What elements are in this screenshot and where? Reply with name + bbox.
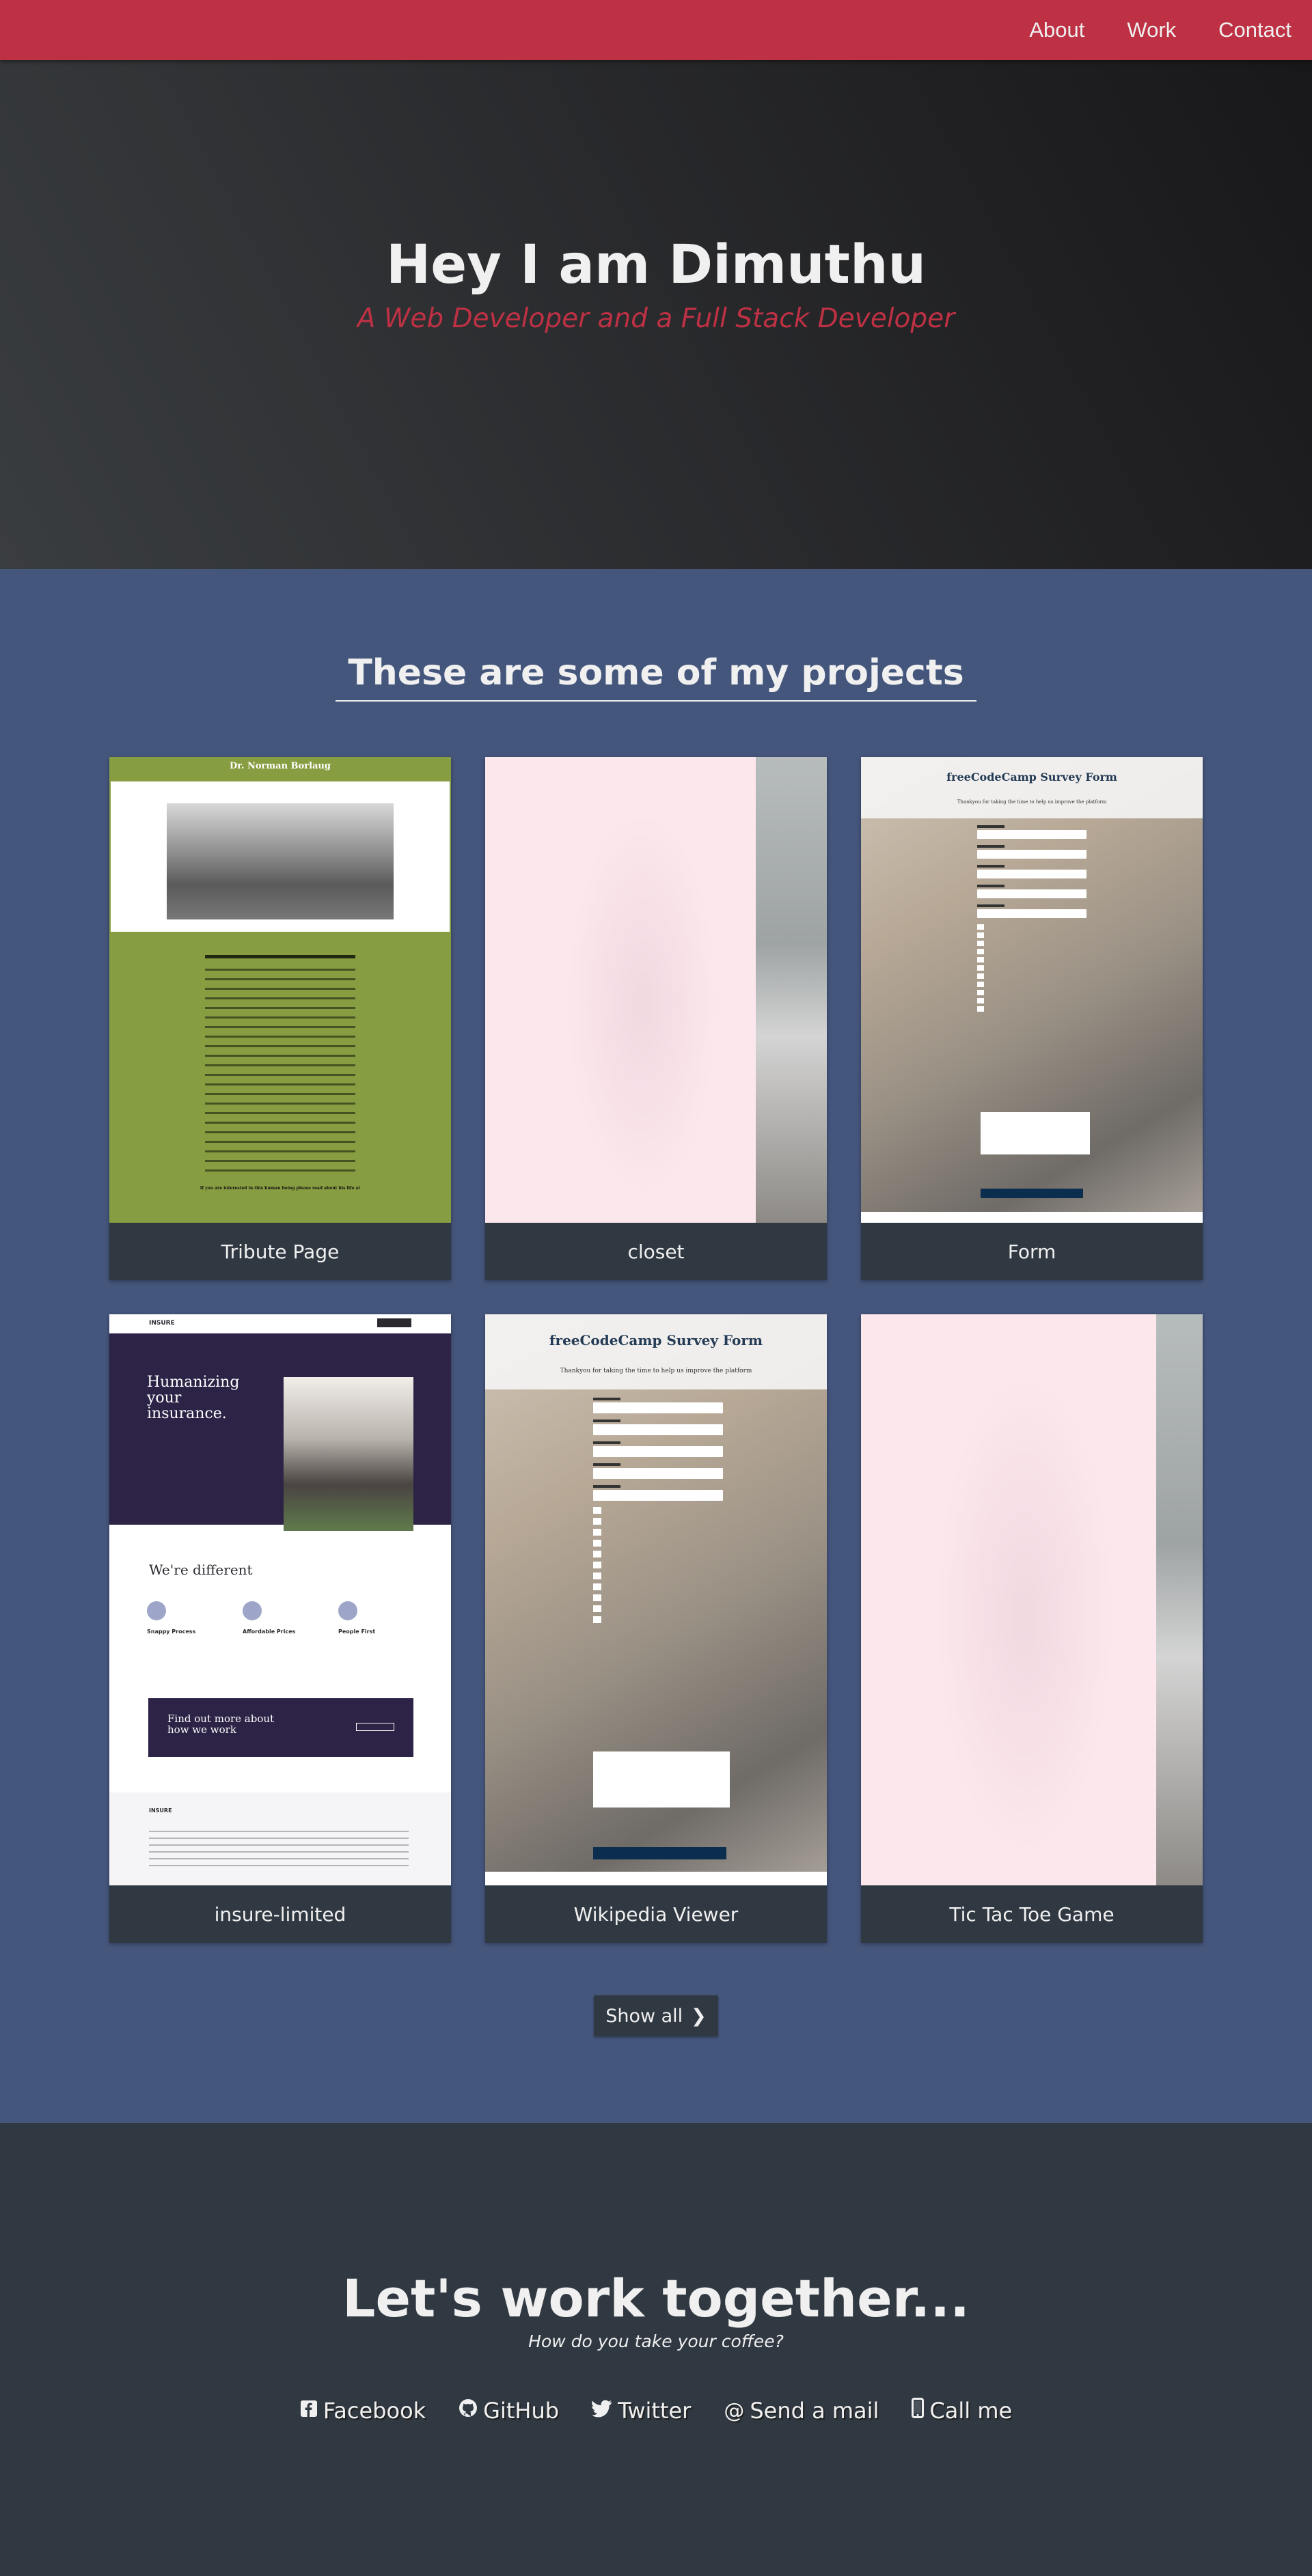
github-icon — [459, 2398, 478, 2423]
project-tile-form[interactable]: freeCodeCamp Survey Form Thankyou for ta… — [861, 757, 1203, 1280]
project-tile-wikipedia-viewer[interactable]: freeCodeCamp Survey Form Thankyou for ta… — [485, 1314, 827, 1943]
thumb-pattern — [936, 1376, 1114, 1854]
nav-link-contact[interactable]: Contact — [1218, 18, 1292, 42]
project-thumbnail: INSURE Humanizing your insurance. We're … — [109, 1314, 451, 1885]
thumb-features: Snappy Process Affordable Prices People … — [147, 1601, 420, 1635]
project-thumbnail — [861, 1314, 1203, 1885]
chevron-right-icon: ❯ — [691, 2005, 707, 2027]
welcome-section: Hey I am Dimuthu A Web Developer and a F… — [0, 60, 1312, 569]
thumb-title: Dr. Norman Borlaug — [230, 761, 331, 771]
thumb-pattern — [567, 812, 718, 1194]
thumb-footer: INSURE — [109, 1792, 451, 1885]
facebook-link[interactable]: Facebook — [300, 2398, 426, 2424]
thumb-form-header — [485, 1314, 827, 1389]
thumb-hero-band: Humanizing your insurance. — [109, 1333, 451, 1531]
nav-link-work[interactable]: Work — [1127, 18, 1176, 42]
hero-subtitle: A Web Developer and a Full Stack Develop… — [357, 303, 955, 334]
top-navbar: About Work Contact — [0, 0, 1312, 60]
show-all-button[interactable]: Show all ❯ — [594, 1995, 718, 2036]
thumb-form-fields — [593, 1398, 723, 1623]
thumb-footer: If you are interested in this human bein… — [200, 1186, 361, 1191]
thumb-timeline — [205, 969, 355, 1174]
project-tile-tribute-page[interactable]: Dr. Norman Borlaug If you are interested… — [109, 757, 451, 1280]
thumb-image-frame — [111, 781, 450, 932]
thumb-submit — [981, 1189, 1083, 1198]
facebook-label: Facebook — [323, 2398, 426, 2424]
thumb-side-photo — [1156, 1314, 1203, 1885]
thumb-textarea — [981, 1112, 1090, 1154]
thumb-list-heading — [205, 955, 355, 958]
thumb-photo — [167, 803, 394, 919]
thumb-title: freeCodeCamp Survey Form — [946, 771, 1117, 784]
github-link[interactable]: GitHub — [459, 2398, 559, 2424]
project-title: Tribute Page — [221, 1240, 340, 1263]
thumb-subtitle: Thankyou for taking the time to help us … — [560, 1368, 752, 1374]
facebook-icon — [300, 2399, 318, 2423]
thumb-headline: Humanizing your insurance. — [147, 1374, 240, 1422]
projects-section: These are some of my projects Dr. Norman… — [0, 569, 1312, 2123]
thumb-subtitle: Thankyou for taking the time to help us … — [957, 799, 1107, 805]
twitter-label: Twitter — [618, 2398, 692, 2424]
email-label: Send a mail — [750, 2398, 879, 2424]
project-title: Wikipedia Viewer — [573, 1902, 739, 1926]
project-title: closet — [627, 1240, 685, 1263]
hero-title: Hey I am Dimuthu — [385, 234, 927, 296]
twitter-link[interactable]: Twitter — [592, 2398, 691, 2424]
contact-heading: Let's work together... — [342, 2268, 970, 2329]
thumb-side-photo — [756, 757, 827, 1223]
phone-label: Call me — [929, 2398, 1013, 2424]
at-icon: @ — [724, 2398, 745, 2423]
thumb-family-photo — [284, 1377, 413, 1531]
projects-heading-wrap: These are some of my projects — [0, 652, 1312, 702]
thumb-title: freeCodeCamp Survey Form — [549, 1332, 763, 1348]
thumb-diff: We're different — [149, 1562, 253, 1578]
contact-section: Let's work together... How do you take y… — [0, 2123, 1312, 2576]
projects-heading: These are some of my projects — [336, 652, 976, 702]
github-label: GitHub — [483, 2398, 560, 2424]
project-thumbnail: freeCodeCamp Survey Form Thankyou for ta… — [861, 757, 1203, 1223]
thumb-brand: INSURE — [149, 1320, 175, 1327]
phone-link[interactable]: Call me — [912, 2398, 1012, 2424]
project-title: Tic Tac Toe Game — [949, 1902, 1115, 1926]
thumb-form-fields — [977, 825, 1086, 1013]
project-thumbnail: freeCodeCamp Survey Form Thankyou for ta… — [485, 1314, 827, 1885]
contact-links: Facebook GitHub Twitter @ Send a mail Ca… — [0, 2398, 1312, 2424]
project-tile-closet[interactable]: closet — [485, 757, 827, 1280]
project-tile-tic-tac-toe[interactable]: Tic Tac Toe Game — [861, 1314, 1203, 1943]
twitter-icon — [592, 2399, 612, 2423]
nav-link-about[interactable]: About — [1029, 18, 1084, 42]
thumb-cta-band: Find out more about how we work — [148, 1698, 413, 1757]
thumb-form-header — [861, 757, 1203, 818]
email-link[interactable]: @ Send a mail — [724, 2398, 879, 2424]
project-thumbnail: Dr. Norman Borlaug If you are interested… — [109, 757, 451, 1223]
project-thumbnail — [485, 757, 827, 1223]
project-title: Form — [1007, 1240, 1056, 1263]
show-all-label: Show all — [605, 2005, 683, 2027]
project-title: insure-limited — [214, 1902, 346, 1926]
project-tile-insure-limited[interactable]: INSURE Humanizing your insurance. We're … — [109, 1314, 451, 1943]
thumb-submit — [593, 1847, 726, 1859]
mobile-icon — [912, 2398, 925, 2424]
contact-tagline: How do you take your coffee? — [528, 2331, 784, 2351]
thumb-textarea — [593, 1751, 730, 1808]
